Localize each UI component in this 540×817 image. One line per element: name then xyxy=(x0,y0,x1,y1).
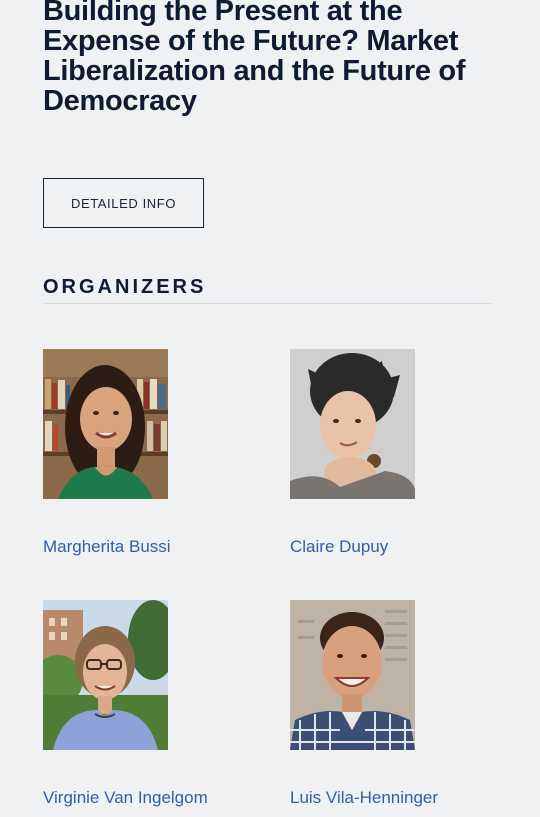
event-page: Building the Present at the Expense of t… xyxy=(0,0,540,817)
organizer-photo[interactable] xyxy=(43,600,168,750)
organizer-name-link[interactable]: Margherita Bussi xyxy=(43,537,263,557)
detailed-info-button[interactable]: DETAILED INFO xyxy=(43,178,204,228)
organizer-name-link[interactable]: Virginie Van Ingelgom xyxy=(43,788,263,808)
organizer-card: Luis Vila-Henninger xyxy=(290,600,510,808)
organizer-photo[interactable] xyxy=(43,349,168,499)
organizer-card: Claire Dupuy xyxy=(290,349,510,557)
organizer-photo[interactable] xyxy=(290,600,415,750)
organizer-name-link[interactable]: Luis Vila-Henninger xyxy=(290,788,510,808)
organizer-photo[interactable] xyxy=(290,349,415,499)
organizers-heading: ORGANIZERS xyxy=(43,276,207,298)
organizer-name-link[interactable]: Claire Dupuy xyxy=(290,537,510,557)
organizer-card: Margherita Bussi xyxy=(43,349,263,557)
section-divider xyxy=(43,303,492,304)
organizer-card: Virginie Van Ingelgom xyxy=(43,600,263,808)
event-title: Building the Present at the Expense of t… xyxy=(43,0,466,117)
